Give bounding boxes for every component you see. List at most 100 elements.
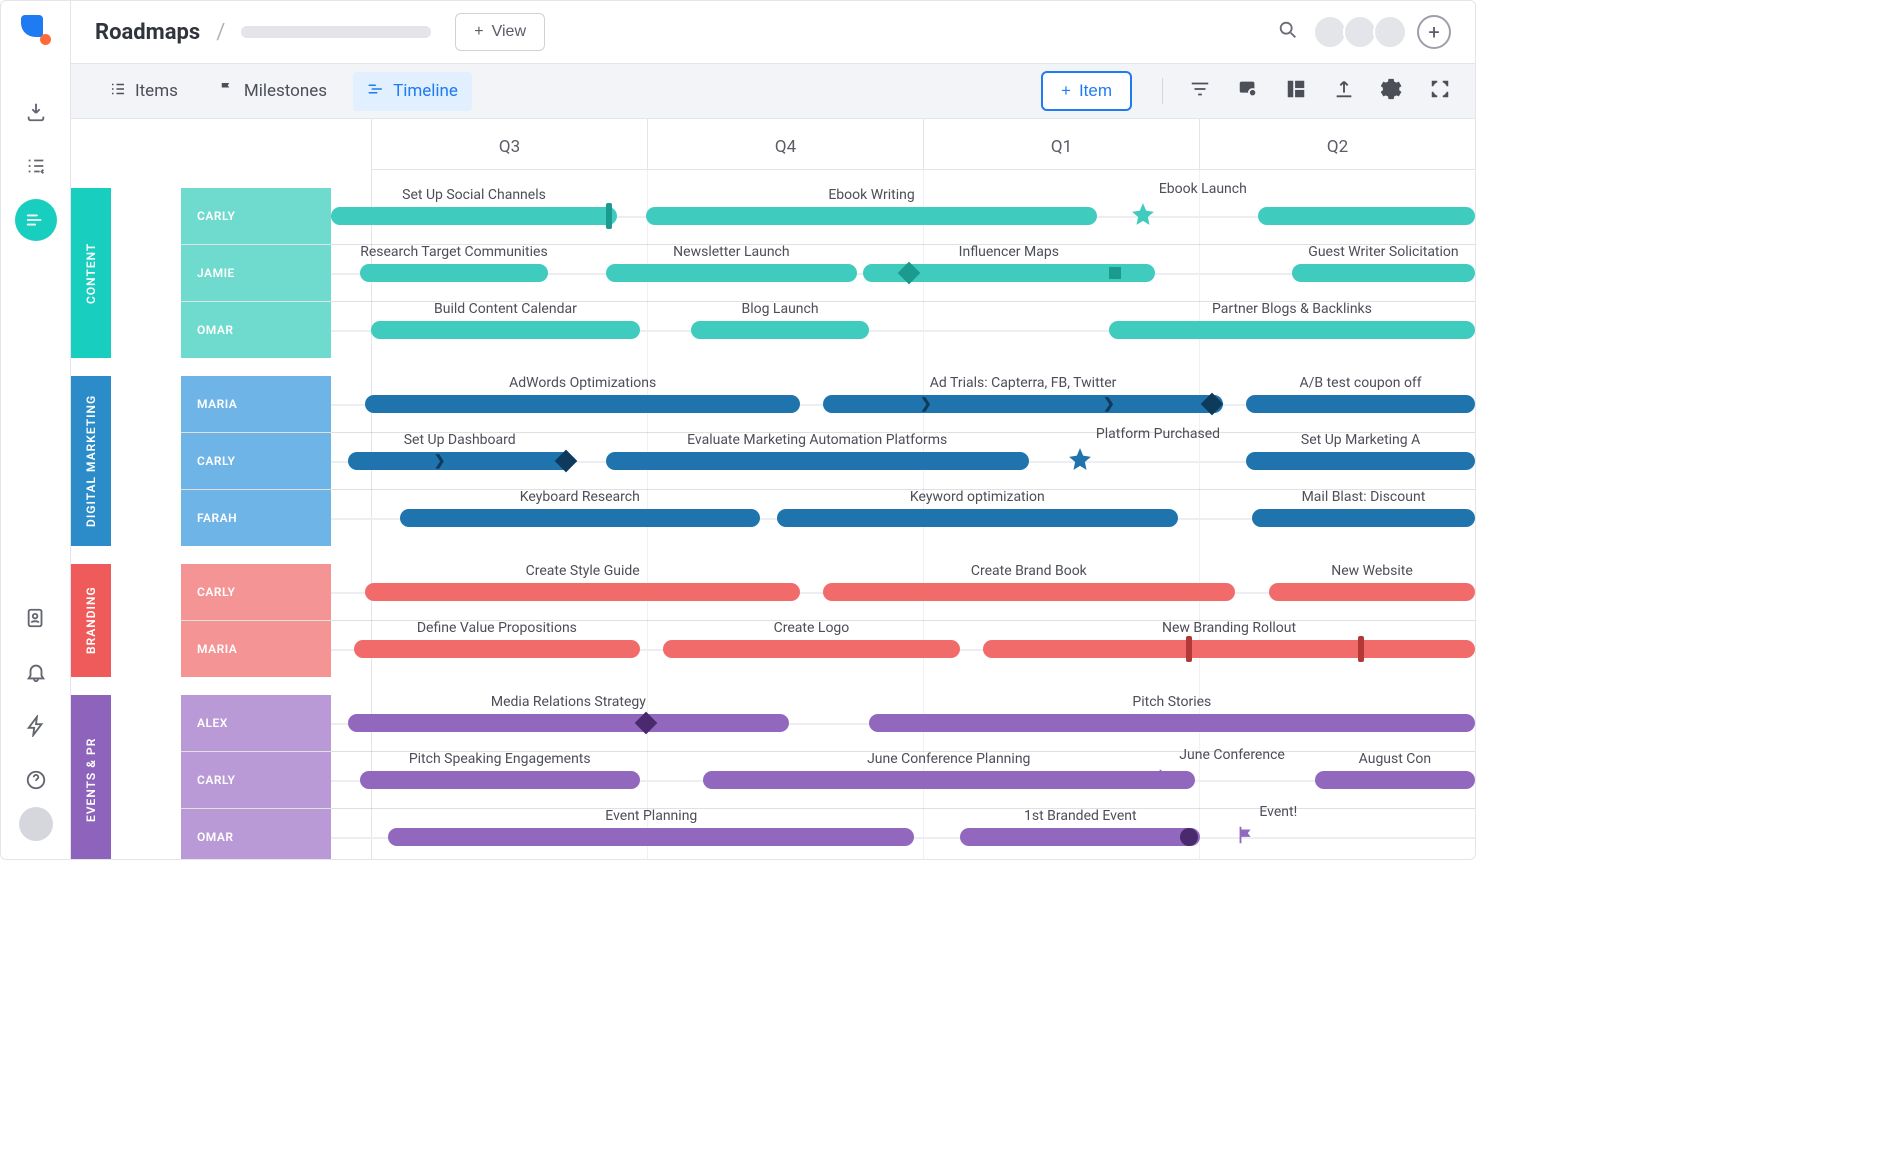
- timeline-bar[interactable]: Media Relations Strategy: [348, 714, 788, 732]
- row-owner: CARLY: [181, 188, 331, 244]
- avatar[interactable]: [1313, 15, 1347, 49]
- timeline-bar[interactable]: [1258, 207, 1475, 225]
- timeline-bar[interactable]: Keyboard Research: [400, 509, 760, 527]
- plus-icon: +: [1061, 81, 1071, 101]
- bar-label: Ebook Writing: [828, 187, 914, 203]
- timeline-bar[interactable]: Mail Blast: Discount: [1252, 509, 1475, 527]
- tab-items[interactable]: Items: [95, 72, 192, 111]
- timeline-bar[interactable]: Newsletter Launch: [606, 264, 858, 282]
- rail-activity-icon[interactable]: [15, 705, 57, 747]
- rail-user-avatar[interactable]: [19, 807, 53, 841]
- bar-label: August Con: [1359, 751, 1431, 767]
- layout-icon[interactable]: [1285, 78, 1307, 104]
- tab-timeline[interactable]: Timeline: [353, 72, 472, 111]
- timeline-bar[interactable]: A/B test coupon off: [1246, 395, 1475, 413]
- search-icon[interactable]: [1277, 19, 1299, 45]
- milestone-flag[interactable]: June Conference: [1155, 767, 1177, 793]
- timeline-bar[interactable]: August Con: [1315, 771, 1475, 789]
- timeline-bar[interactable]: Evaluate Marketing Automation Platforms: [606, 452, 1029, 470]
- group-label: BRANDING: [71, 564, 111, 677]
- milestone-star[interactable]: Platform Purchased: [1067, 446, 1093, 476]
- bar-label: Set Up Dashboard: [404, 432, 516, 448]
- dot-marker[interactable]: [1180, 828, 1198, 846]
- milestone-star[interactable]: Ebook Launch: [1130, 201, 1156, 231]
- bar-label: Guest Writer Solicitation: [1308, 244, 1458, 260]
- plus-icon: +: [474, 23, 483, 41]
- timeline-bar[interactable]: Research Target Communities: [360, 264, 549, 282]
- timeline-bar[interactable]: Set Up Social Channels: [331, 207, 617, 225]
- bar-label: Keyboard Research: [520, 489, 640, 505]
- timeline-bar[interactable]: Keyword optimization: [777, 509, 1177, 527]
- row-owner: MARIA: [181, 621, 331, 677]
- timeline-row: OMAREvent Planning1st Branded EventEvent…: [181, 808, 1475, 859]
- row-owner: CARLY: [181, 564, 331, 620]
- bar-label: Evaluate Marketing Automation Platforms: [687, 432, 947, 448]
- bar-label: New Website: [1331, 563, 1413, 579]
- timeline-bar[interactable]: AdWords Optimizations: [365, 395, 800, 413]
- timeline-bar[interactable]: Pitch Speaking Engagements: [360, 771, 640, 789]
- row-track: Set Up Social Channels Ebook Writing Ebook…: [331, 188, 1475, 244]
- timeline-bar[interactable]: Set Up Marketing A: [1246, 452, 1475, 470]
- tick-marker[interactable]: [606, 203, 612, 229]
- tick-marker[interactable]: [1358, 636, 1364, 662]
- row-owner: MARIA: [181, 376, 331, 432]
- timeline-bar[interactable]: Create Style Guide: [365, 583, 800, 601]
- timeline-bar[interactable]: Event Planning: [388, 828, 914, 846]
- timeline-bar[interactable]: Partner Blogs & Backlinks: [1109, 321, 1475, 339]
- timeline-bar[interactable]: Define Value Propositions: [354, 640, 640, 658]
- group-events-pr: EVENTS & PRALEXMedia Relations StrategyP…: [181, 695, 1475, 859]
- export-icon[interactable]: [1333, 78, 1355, 104]
- timeline-bar[interactable]: Pitch Stories: [869, 714, 1475, 732]
- timeline-row: CARLY Create Style Guide Create Brand Book…: [181, 564, 1475, 620]
- link-icon[interactable]: [1237, 78, 1259, 104]
- timeline-bar[interactable]: Set Up Dashboard: [348, 452, 571, 470]
- rail-notifications-icon[interactable]: [15, 651, 57, 693]
- milestone-label: Ebook Launch: [1159, 181, 1247, 197]
- bar-label: Set Up Social Channels: [402, 187, 546, 203]
- group-digital-marketing: DIGITAL MARKETINGMARIAAdWords Optimizati…: [181, 376, 1475, 546]
- timeline-bar[interactable]: June Conference Planning: [703, 771, 1195, 789]
- timeline-bar[interactable]: Build Content Calendar: [371, 321, 640, 339]
- tab-milestones[interactable]: Milestones: [204, 72, 341, 111]
- breadcrumb-placeholder: [241, 26, 431, 38]
- timeline-bar[interactable]: Create Logo: [663, 640, 960, 658]
- tick-marker[interactable]: [1186, 636, 1192, 662]
- timeline-bar[interactable]: Blog Launch: [691, 321, 868, 339]
- fullscreen-icon[interactable]: [1429, 78, 1451, 104]
- rail-help-icon[interactable]: [15, 759, 57, 801]
- timeline-row: FARAHKeyboard ResearchKeyword optimizati…: [181, 489, 1475, 546]
- avatar[interactable]: [1343, 15, 1377, 49]
- quarter-header: Q4: [647, 119, 923, 169]
- timeline-bar[interactable]: Ad Trials: Capterra, FB, Twitter: [823, 395, 1223, 413]
- timeline-bar[interactable]: New Website: [1269, 583, 1475, 601]
- row-owner: JAMIE: [181, 245, 331, 301]
- timeline-bar[interactable]: 1st Branded Event: [960, 828, 1200, 846]
- bar-label: 1st Branded Event: [1024, 808, 1137, 824]
- row-track: Pitch Speaking Engagements June Conferenc…: [331, 752, 1475, 808]
- breadcrumb-separator: /: [216, 20, 225, 45]
- settings-icon[interactable]: [1381, 78, 1403, 104]
- filter-icon[interactable]: [1189, 78, 1211, 104]
- add-view-button[interactable]: +View: [455, 13, 545, 51]
- rail-timeline-icon[interactable]: [15, 199, 57, 241]
- timeline-bar[interactable]: Guest Writer Solicitation: [1292, 264, 1475, 282]
- timeline-bar[interactable]: Ebook Writing: [646, 207, 1098, 225]
- rail-import-icon[interactable]: [15, 91, 57, 133]
- avatar[interactable]: [1373, 15, 1407, 49]
- row-track: Build Content Calendar Blog Launch Partner…: [331, 302, 1475, 358]
- timeline-bar[interactable]: New Branding Rollout: [983, 640, 1475, 658]
- bar-label: Influencer Maps: [959, 244, 1059, 260]
- timeline-row: ALEXMedia Relations StrategyPitch Storie…: [181, 695, 1475, 751]
- bar-label: Define Value Propositions: [417, 620, 577, 636]
- page-title: Roadmaps: [95, 20, 200, 45]
- tick-marker[interactable]: [1109, 267, 1121, 279]
- timeline-bar[interactable]: Create Brand Book: [823, 583, 1235, 601]
- add-item-button[interactable]: +Item: [1041, 71, 1132, 111]
- milestone-flag[interactable]: Event!: [1235, 824, 1257, 850]
- milestone-label: June Conference: [1179, 747, 1285, 763]
- rail-contacts-icon[interactable]: [15, 597, 57, 639]
- rail-list-icon[interactable]: [15, 145, 57, 187]
- add-member-button[interactable]: +: [1417, 15, 1451, 49]
- quarter-header: Q3: [371, 119, 647, 169]
- row-track: Keyboard Research Keyword optimization Mai…: [331, 490, 1475, 546]
